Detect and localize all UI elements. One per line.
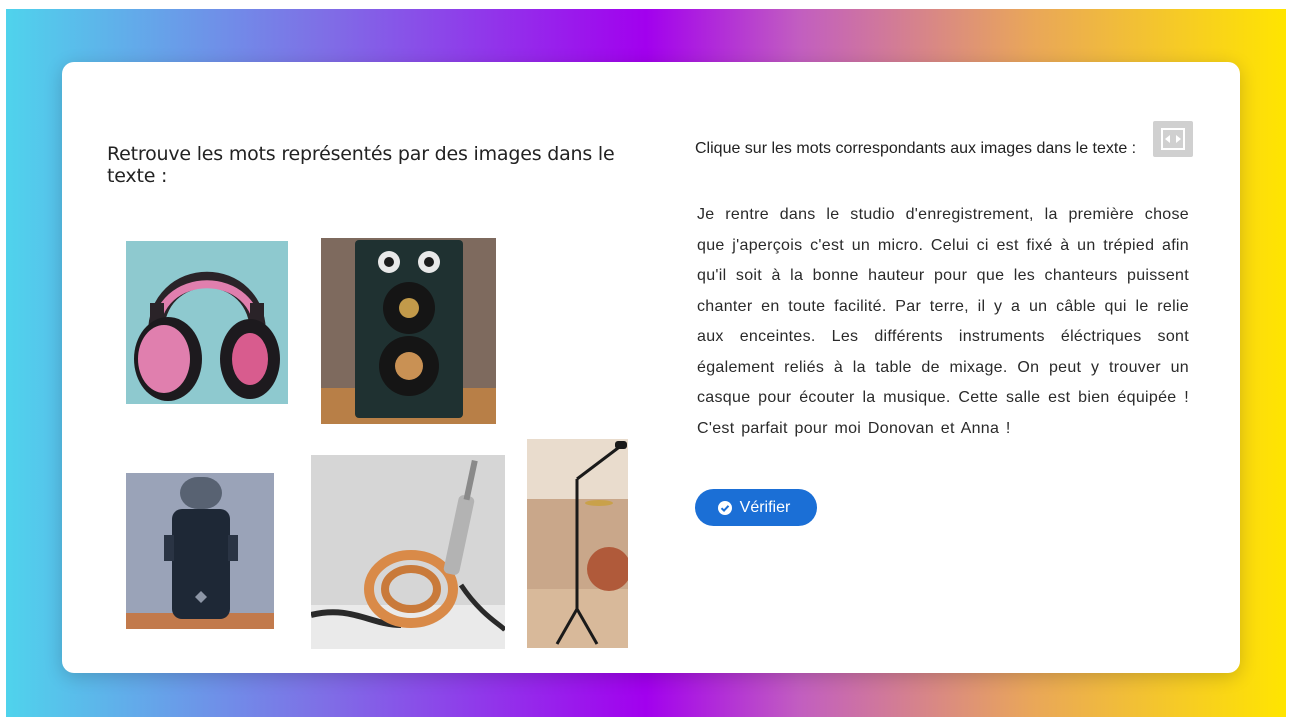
left-instruction: Retrouve les mots représentés par des im… [107, 143, 615, 187]
speaker-image [321, 238, 496, 424]
verify-button[interactable]: Vérifier [695, 489, 817, 526]
headphones-image [126, 241, 288, 404]
mic-stand-image [527, 439, 628, 648]
fullscreen-button[interactable] [1153, 121, 1193, 157]
check-circle-icon [717, 500, 732, 515]
story-text[interactable]: Je rentre dans le studio d'enregistremen… [697, 200, 1189, 444]
microphone-image [126, 473, 274, 629]
verify-button-label: Vérifier [739, 498, 791, 516]
right-instruction: Clique sur les mots correspondants aux i… [695, 140, 1137, 157]
fullscreen-icon [1161, 128, 1185, 150]
cable-image [311, 455, 505, 649]
